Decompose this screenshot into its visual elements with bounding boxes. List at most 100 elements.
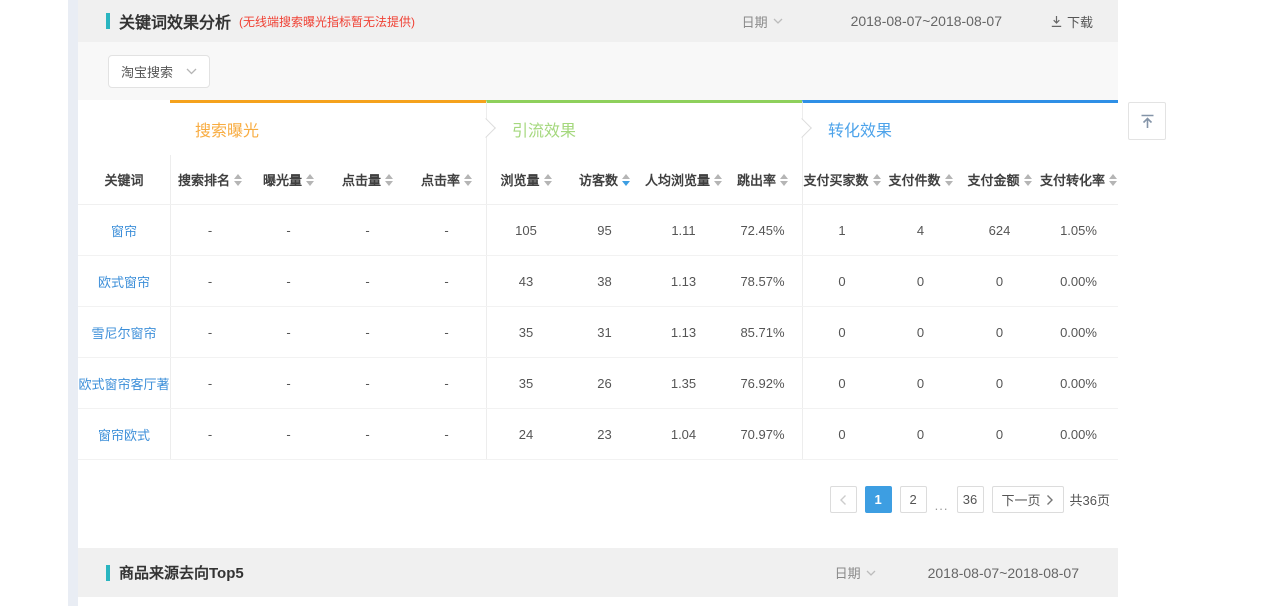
cell-paid-amount: 0: [960, 358, 1039, 408]
date-range-value: 2018-08-07~2018-08-07: [851, 13, 1002, 29]
cell-visitors: 23: [565, 409, 644, 459]
table-row: 窗帘 - - - - 105 95 1.11 72.45% 1 4 624 1.…: [78, 205, 1118, 256]
column-header-paid-items[interactable]: 支付件数: [881, 155, 960, 204]
cell-impressions: -: [249, 205, 328, 255]
cell-impressions: -: [249, 358, 328, 408]
cell-paid-items: 0: [881, 307, 960, 357]
column-header-paid-amount[interactable]: 支付金额: [960, 155, 1039, 204]
left-gutter: [68, 0, 78, 606]
group-search-exposure: 搜索曝光: [170, 100, 486, 155]
group-conversion-effect: 转化效果: [802, 100, 1118, 155]
cell-paying-buyers: 1: [802, 205, 881, 255]
cell-paid-items: 4: [881, 205, 960, 255]
column-header-visitors[interactable]: 访客数: [565, 155, 644, 204]
cell-paid-amount: 624: [960, 205, 1039, 255]
cell-ctr: -: [407, 256, 486, 306]
column-header-pageviews[interactable]: 浏览量: [486, 155, 565, 204]
page-button-2[interactable]: 2: [900, 486, 927, 513]
sort-icon: [464, 174, 472, 186]
download-button[interactable]: 下载: [1050, 12, 1093, 31]
sort-icon: [873, 174, 881, 186]
download-label: 下载: [1067, 12, 1093, 31]
cell-paid-amount: 0: [960, 307, 1039, 357]
cell-clicks: -: [328, 256, 407, 306]
cell-pv-per-visitor: 1.04: [644, 409, 723, 459]
cell-ctr: -: [407, 307, 486, 357]
keyword-link[interactable]: 欧式窗帘: [78, 256, 170, 306]
column-header-impressions[interactable]: 曝光量: [249, 155, 328, 204]
back-to-top-button[interactable]: [1128, 102, 1166, 140]
date-range-value: 2018-08-07~2018-08-07: [928, 565, 1079, 581]
prev-page-button[interactable]: [830, 486, 857, 513]
channel-select[interactable]: 淘宝搜索: [108, 55, 210, 88]
column-header-search-rank[interactable]: 搜索排名: [170, 155, 249, 204]
keyword-analysis-card: 淘宝搜索 搜索曝光 引流效果 转化效果: [78, 42, 1118, 540]
cell-bounce-rate: 76.92%: [723, 358, 802, 408]
sort-icon: [945, 174, 953, 186]
next-page-label: 下一页: [1002, 490, 1041, 509]
page-button-1[interactable]: 1: [865, 486, 892, 513]
table-row: 欧式窗帘 - - - - 43 38 1.13 78.57% 0 0 0 0.0…: [78, 256, 1118, 307]
page-title: 关键词效果分析: [119, 9, 231, 33]
accent-bar: [106, 13, 110, 29]
sort-icon: [780, 174, 788, 186]
column-header-pv-per-visitor[interactable]: 人均浏览量: [644, 155, 723, 204]
section-gap: [78, 540, 1118, 548]
cell-paid-items: 0: [881, 409, 960, 459]
cell-search-rank: -: [170, 256, 249, 306]
keyword-link[interactable]: 欧式窗帘客厅著: [78, 358, 170, 408]
pagination: 1 2 ... 36 下一页 共36页: [78, 460, 1118, 540]
cell-search-rank: -: [170, 358, 249, 408]
cell-visitors: 38: [565, 256, 644, 306]
filter-row: 淘宝搜索: [78, 42, 1118, 100]
cell-impressions: -: [249, 256, 328, 306]
sort-icon: [544, 174, 552, 186]
keyword-link[interactable]: 窗帘欧式: [78, 409, 170, 459]
channel-select-value: 淘宝搜索: [121, 62, 173, 81]
next-page-button[interactable]: 下一页: [992, 486, 1064, 513]
cell-visitors: 26: [565, 358, 644, 408]
cell-bounce-rate: 78.57%: [723, 256, 802, 306]
chevron-down-icon: [773, 18, 783, 24]
keyword-link[interactable]: 雪尼尔窗帘: [78, 307, 170, 357]
cell-paying-buyers: 0: [802, 358, 881, 408]
column-header-conversion-rate[interactable]: 支付转化率: [1039, 155, 1118, 204]
chevron-down-icon: [186, 68, 197, 75]
cell-bounce-rate: 70.97%: [723, 409, 802, 459]
cell-pv-per-visitor: 1.13: [644, 307, 723, 357]
cell-ctr: -: [407, 409, 486, 459]
table-group-header-row: 搜索曝光 引流效果 转化效果: [78, 100, 1118, 155]
main-content: 关键词效果分析 (无线端搜索曝光指标暂无法提供) 日期 2018-08-07~2…: [78, 0, 1118, 597]
page-button-36[interactable]: 36: [957, 486, 984, 513]
chevron-left-icon: [839, 494, 847, 506]
cell-paid-amount: 0: [960, 409, 1039, 459]
table-row: 窗帘欧式 - - - - 24 23 1.04 70.97% 0 0 0 0.0…: [78, 409, 1118, 460]
sort-icon: [714, 174, 722, 186]
column-header-bounce-rate[interactable]: 跳出率: [723, 155, 802, 204]
cell-search-rank: -: [170, 409, 249, 459]
table-column-header-row: 关键词 搜索排名 曝光量 点击量 点击率 浏览: [78, 155, 1118, 205]
cell-conversion-rate: 0.00%: [1039, 256, 1118, 306]
column-header-clicks[interactable]: 点击量: [328, 155, 407, 204]
keyword-link[interactable]: 窗帘: [78, 205, 170, 255]
column-header-ctr[interactable]: 点击率: [407, 155, 486, 204]
cell-conversion-rate: 0.00%: [1039, 307, 1118, 357]
date-dropdown[interactable]: 日期: [742, 12, 783, 31]
cell-paying-buyers: 0: [802, 409, 881, 459]
column-header-paying-buyers[interactable]: 支付买家数: [802, 155, 881, 204]
cell-bounce-rate: 85.71%: [723, 307, 802, 357]
cell-search-rank: -: [170, 307, 249, 357]
keyword-analysis-header: 关键词效果分析 (无线端搜索曝光指标暂无法提供) 日期 2018-08-07~2…: [78, 0, 1118, 42]
accent-bar: [106, 565, 110, 581]
group-traffic-effect: 引流效果: [486, 100, 802, 155]
group-spacer: [78, 100, 170, 155]
download-icon: [1050, 15, 1063, 28]
title-wrap: 商品来源去向Top5: [106, 562, 244, 583]
date-dropdown[interactable]: 日期: [835, 563, 876, 582]
chevron-right-icon: [1046, 494, 1054, 506]
cell-paid-items: 0: [881, 358, 960, 408]
cell-clicks: -: [328, 205, 407, 255]
cell-paying-buyers: 0: [802, 256, 881, 306]
cell-pageviews: 35: [486, 358, 565, 408]
cell-paid-items: 0: [881, 256, 960, 306]
